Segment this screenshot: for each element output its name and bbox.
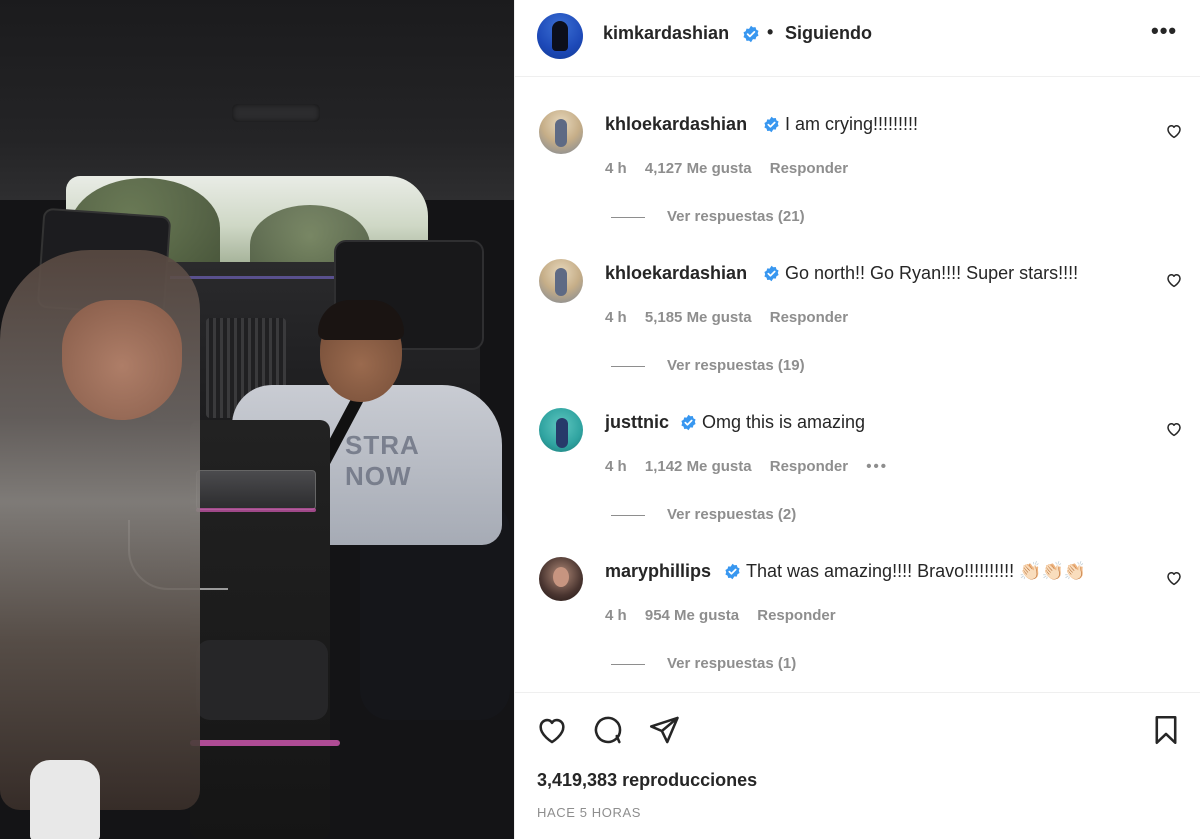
heart-icon[interactable] [1165, 271, 1183, 294]
replies-divider [611, 514, 645, 516]
post-header: kimkardashian • Siguiendo ••• [515, 0, 1200, 77]
comment-likes[interactable]: 954 Me gusta [645, 607, 739, 624]
comment-username[interactable]: khloekardashian [605, 263, 747, 284]
author-avatar[interactable] [537, 13, 583, 59]
commenter-avatar[interactable] [539, 259, 583, 303]
post-timestamp: HACE 5 HORAS [537, 805, 642, 820]
console-light [190, 740, 340, 746]
comment-meta: 4 h 5,185 Me gusta Responder [605, 309, 862, 326]
replies-divider [611, 663, 645, 665]
comment-username[interactable]: maryphillips [605, 561, 711, 582]
reply-button[interactable]: Responder [757, 607, 835, 624]
console-light [196, 508, 316, 512]
comments-list: khloekardashian I am crying!!!!!!!!! 4 h… [515, 78, 1200, 692]
share-icon[interactable] [647, 713, 681, 747]
verified-badge-icon [724, 563, 741, 585]
comment-icon[interactable] [591, 713, 625, 747]
view-replies-button[interactable]: Ver respuestas (21) [611, 208, 805, 225]
comment-username[interactable]: khloekardashian [605, 114, 747, 135]
reply-button[interactable]: Responder [770, 458, 848, 475]
heart-icon[interactable] [1165, 420, 1183, 443]
reply-button[interactable]: Responder [770, 309, 848, 326]
comment-time: 4 h [605, 607, 627, 624]
post-video[interactable]: STRA NOW [0, 0, 514, 839]
tablet-device [196, 470, 316, 510]
view-replies-label: Ver respuestas (19) [667, 357, 805, 374]
console-lid [196, 640, 328, 720]
comment-likes[interactable]: 1,142 Me gusta [645, 458, 752, 475]
heart-icon[interactable] [1165, 122, 1183, 145]
comment-meta: 4 h 954 Me gusta Responder [605, 607, 850, 624]
view-replies-label: Ver respuestas (21) [667, 208, 805, 225]
car-roof [0, 0, 514, 200]
comment-text: Go north!! Go Ryan!!!! Super stars!!!! [785, 263, 1079, 283]
white-sock [30, 760, 100, 839]
following-button[interactable]: Siguiendo [785, 23, 872, 44]
comment-time: 4 h [605, 458, 627, 475]
author-username[interactable]: kimkardashian [603, 23, 729, 44]
comment-time: 4 h [605, 309, 627, 326]
comment-text: I am crying!!!!!!!!! [785, 114, 919, 134]
more-options-icon[interactable]: ••• [1151, 20, 1181, 46]
waving-hand [62, 300, 182, 420]
comment-text: That was amazing!!!! Bravo!!!!!!!!!! 👏🏻👏… [746, 561, 1087, 581]
heart-icon[interactable] [1165, 569, 1183, 592]
view-replies-button[interactable]: Ver respuestas (19) [611, 357, 805, 374]
view-replies-label: Ver respuestas (2) [667, 506, 797, 523]
replies-divider [611, 216, 645, 218]
comment-item: khloekardashian I am crying!!!!!!!!! 4 h… [515, 78, 1200, 226]
comment-text: Omg this is amazing [702, 412, 866, 432]
comment-time: 4 h [605, 160, 627, 177]
heart-icon[interactable] [535, 713, 569, 747]
bookmark-icon[interactable] [1149, 713, 1183, 747]
comment-username[interactable]: justtnic [605, 412, 669, 433]
view-replies-label: Ver respuestas (1) [667, 655, 797, 672]
comment-meta: 4 h 4,127 Me gusta Responder [605, 160, 862, 177]
post-sidebar: kimkardashian • Siguiendo ••• khloekarda… [514, 0, 1200, 839]
verified-badge-icon [763, 116, 780, 138]
verified-badge-icon [680, 414, 697, 436]
comment-likes[interactable]: 4,127 Me gusta [645, 160, 752, 177]
comment-item: khloekardashian Go north!! Go Ryan!!!! S… [515, 227, 1200, 375]
reply-button[interactable]: Responder [770, 160, 848, 177]
commenter-avatar[interactable] [539, 557, 583, 601]
commenter-avatar[interactable] [539, 408, 583, 452]
separator-dot: • [767, 22, 774, 42]
comment-item: maryphillips That was amazing!!!! Bravo!… [515, 525, 1200, 673]
verified-badge-icon [763, 265, 780, 287]
child-hair [318, 300, 404, 340]
comment-likes[interactable]: 5,185 Me gusta [645, 309, 752, 326]
view-replies-button[interactable]: Ver respuestas (1) [611, 655, 796, 672]
comment-item: justtnic Omg this is amazing 4 h 1,142 M… [515, 376, 1200, 524]
hoodie-print: STRA NOW [345, 430, 420, 491]
verified-badge-icon [742, 25, 760, 48]
view-count[interactable]: 3,419,383 reproducciones [537, 770, 757, 791]
view-replies-button[interactable]: Ver respuestas (2) [611, 506, 796, 523]
roof-light [232, 104, 320, 122]
comment-more-icon[interactable]: ••• [866, 458, 888, 475]
commenter-avatar[interactable] [539, 110, 583, 154]
comment-meta: 4 h 1,142 Me gusta Responder ••• [605, 458, 902, 475]
replies-divider [611, 365, 645, 367]
